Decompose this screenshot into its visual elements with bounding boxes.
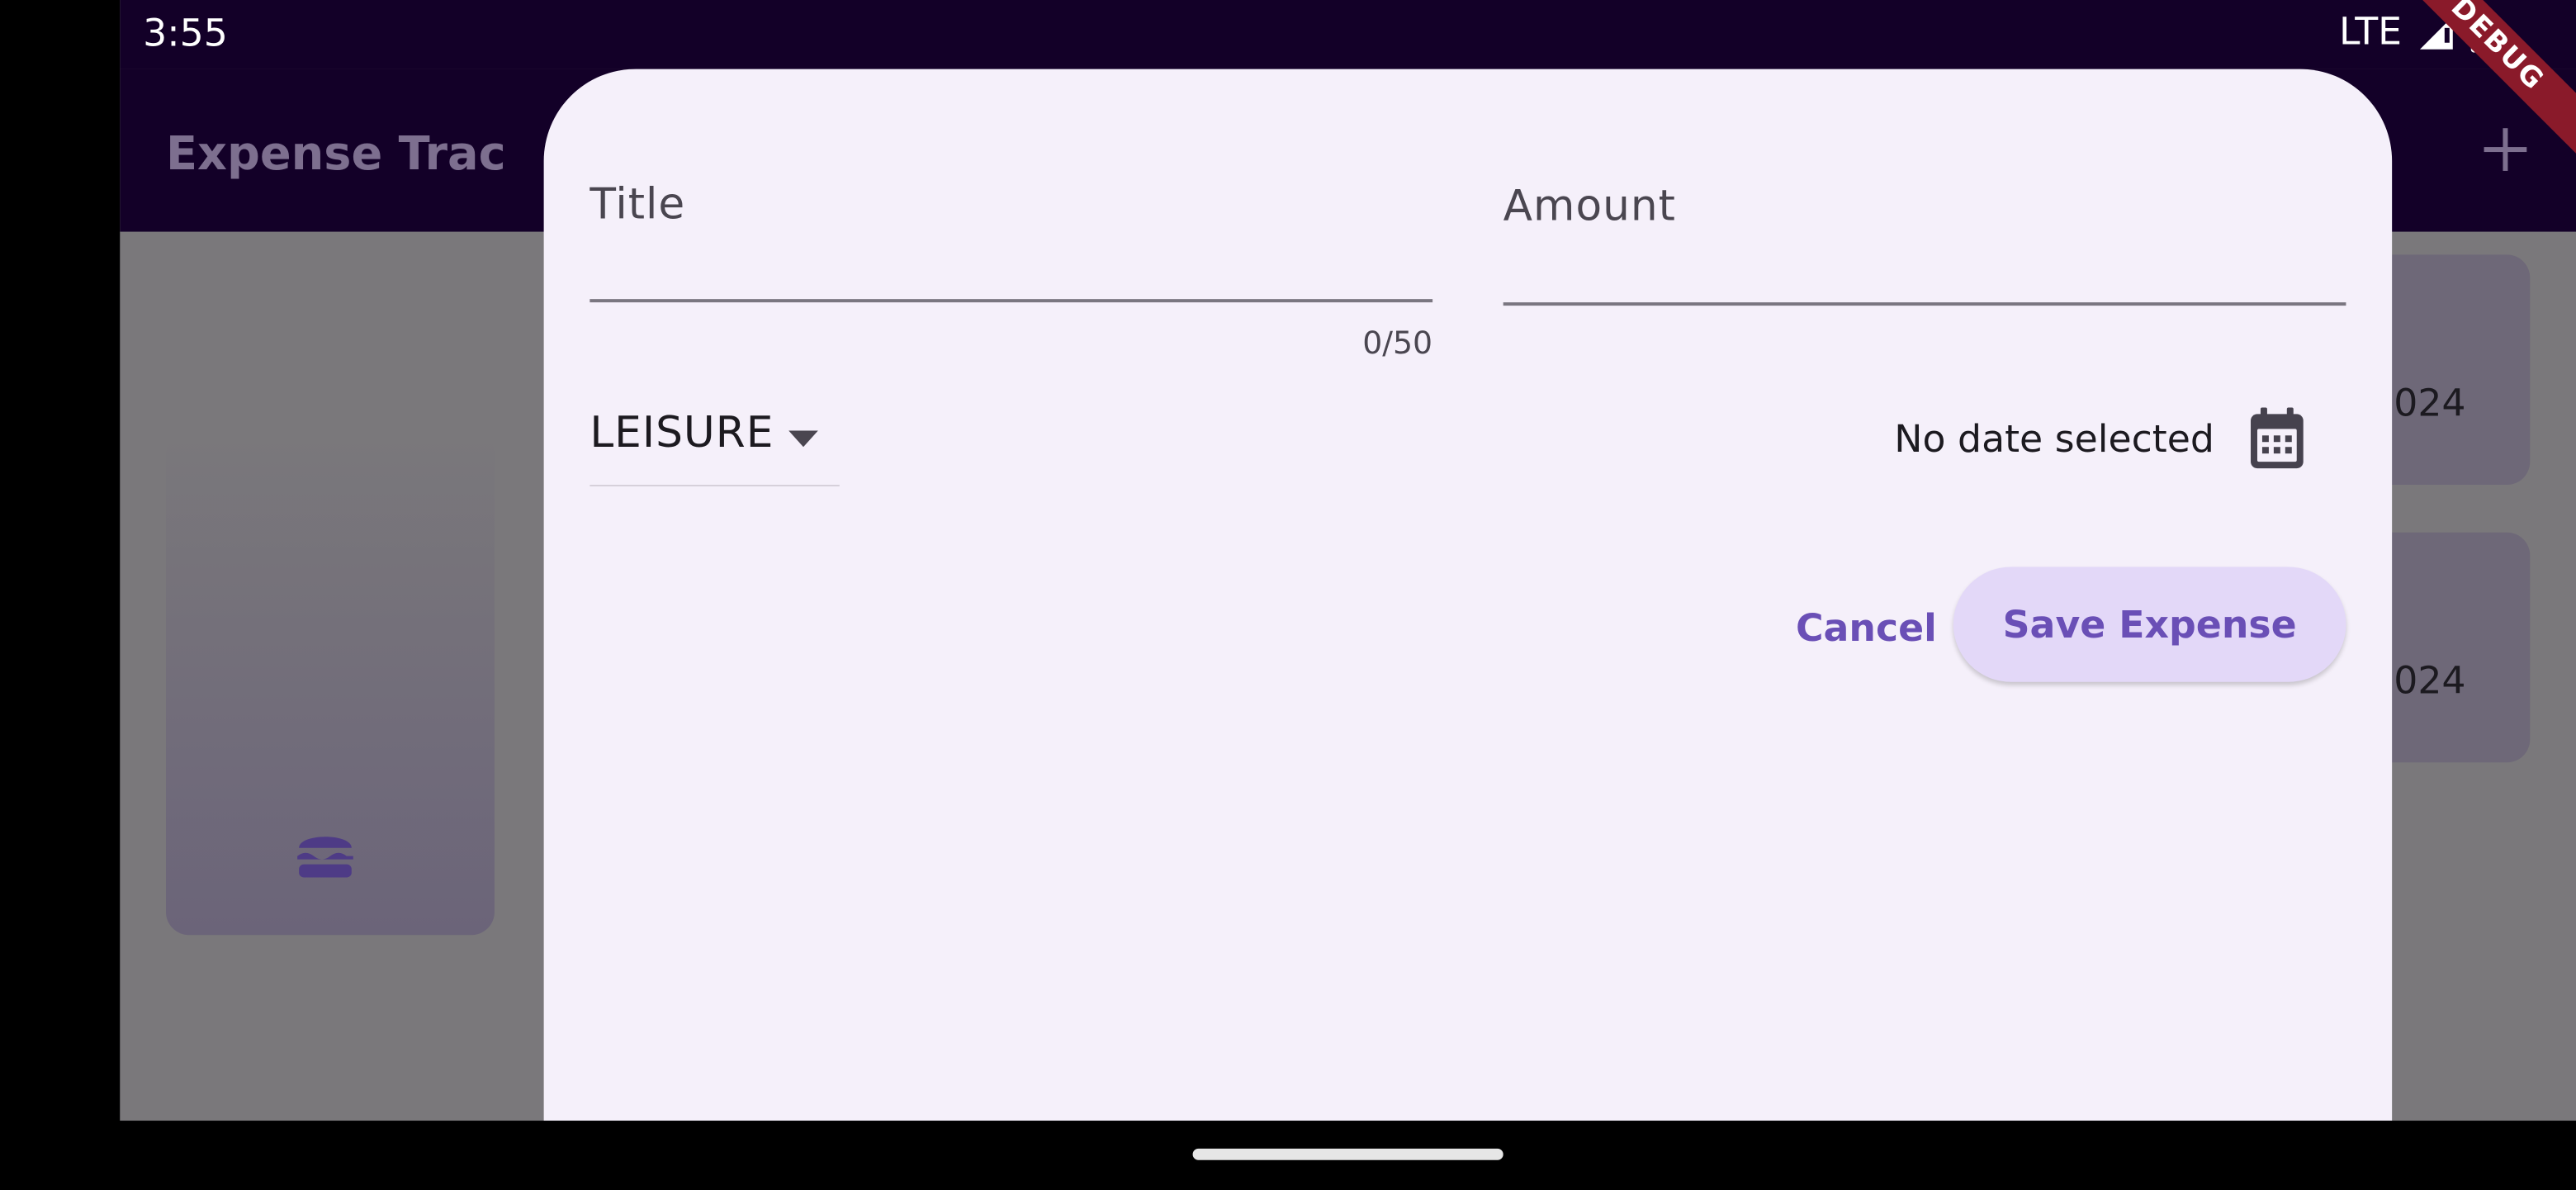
amount-field[interactable]: Amount: [1503, 182, 2346, 306]
amount-label: Amount: [1503, 182, 1676, 232]
calendar-icon[interactable]: [2247, 407, 2307, 470]
status-time: 3:55: [143, 12, 228, 56]
network-type: LTE: [2339, 11, 2403, 55]
amount-underline: [1503, 302, 2346, 306]
title-field[interactable]: Title 0/50: [590, 180, 1433, 362]
app-title: Expense Trac: [165, 126, 506, 181]
save-expense-button[interactable]: Save Expense: [1953, 567, 2346, 682]
title-label: Title: [590, 180, 686, 230]
home-indicator[interactable]: [1192, 1148, 1503, 1160]
device-frame: 3:55 LTE Expense Trac Title 0/50 Amount …: [0, 0, 2576, 1190]
title-character-counter: 0/50: [1362, 325, 1433, 362]
plus-icon[interactable]: [2481, 125, 2531, 174]
category-selected-value: LEISURE: [590, 409, 774, 459]
chevron-down-icon: [788, 430, 818, 448]
selected-date-text: No date selected: [1894, 419, 2214, 462]
status-bar: 3:55 LTE: [120, 0, 2576, 69]
category-dropdown[interactable]: LEISURE: [590, 409, 840, 486]
cancel-button[interactable]: Cancel: [1779, 595, 1953, 661]
title-underline: [590, 299, 1433, 303]
burger-icon: [297, 837, 353, 878]
new-expense-sheet: Title 0/50 Amount LEISURE No date select…: [543, 69, 2393, 1121]
app-screen: 3:55 LTE Expense Trac Title 0/50 Amount …: [120, 0, 2576, 1121]
